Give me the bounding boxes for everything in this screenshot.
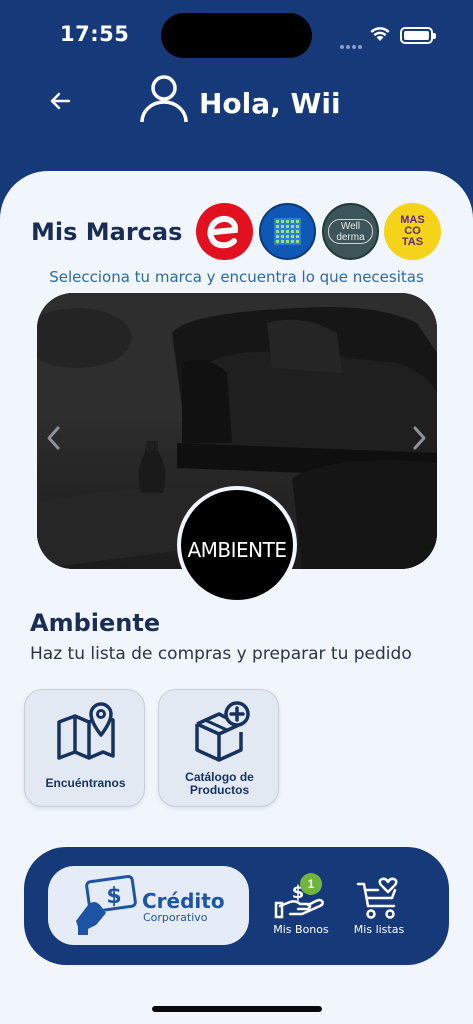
status-bar: 17:55: [0, 0, 473, 60]
brand-well-derma-button[interactable]: Well derma: [322, 203, 379, 260]
user-icon: [140, 75, 188, 123]
brand-badge-label: AMBIENTE: [187, 538, 287, 562]
brand-mascotas-button[interactable]: MAS CO TAS: [384, 203, 441, 260]
bonuses-count-badge: 1: [300, 873, 322, 895]
back-arrow-icon[interactable]: [45, 86, 75, 116]
status-time: 17:55: [60, 22, 130, 46]
svg-text:$: $: [106, 884, 121, 909]
carousel-next-chevron-icon[interactable]: [409, 425, 429, 451]
map-pin-icon: [56, 702, 115, 760]
credit-subtitle: Corporativo: [143, 911, 208, 924]
section-title: Ambiente: [30, 609, 161, 637]
my-bonuses-label: Mis Bonos: [273, 923, 329, 936]
brand-mascotas-label: MAS CO TAS: [400, 214, 425, 248]
battery-icon: [400, 27, 436, 44]
home-indicator: [152, 1006, 322, 1012]
product-catalog-label: Catálogo de Productos: [185, 770, 254, 797]
wifi-icon: [370, 27, 390, 41]
brands-subtitle: Selecciona tu marca y encuentra lo que n…: [49, 268, 424, 286]
carousel-prev-chevron-icon[interactable]: [44, 425, 64, 451]
my-lists-button[interactable]: Mis listas: [348, 874, 410, 940]
box-plus-icon: [194, 701, 250, 762]
brand-e-logo-icon: [207, 215, 239, 249]
header: Hola, Wii: [0, 70, 473, 140]
cart-heart-icon: [356, 877, 398, 919]
product-catalog-tile[interactable]: Catálogo de Productos: [158, 689, 279, 807]
brand-pharma-button[interactable]: [259, 203, 316, 260]
credit-card-hand-icon: $: [76, 875, 137, 935]
greeting-title: Hola, Wii: [199, 87, 341, 120]
credit-title: Crédito: [142, 889, 225, 913]
brand-e-button[interactable]: [196, 203, 253, 260]
my-lists-label: Mis listas: [353, 923, 405, 936]
signal-icon: [340, 36, 364, 54]
brand-well-derma-label: Well derma: [328, 219, 373, 244]
find-us-label: Encuéntranos: [45, 776, 126, 790]
brand-pharma-logo-icon: [274, 218, 301, 245]
dynamic-island: [161, 13, 312, 58]
brands-title: Mis Marcas: [31, 218, 183, 246]
section-description: Haz tu lista de compras y preparar tu pe…: [30, 644, 412, 664]
brand-badge: AMBIENTE: [177, 486, 297, 604]
find-us-tile[interactable]: Encuéntranos: [24, 689, 145, 807]
